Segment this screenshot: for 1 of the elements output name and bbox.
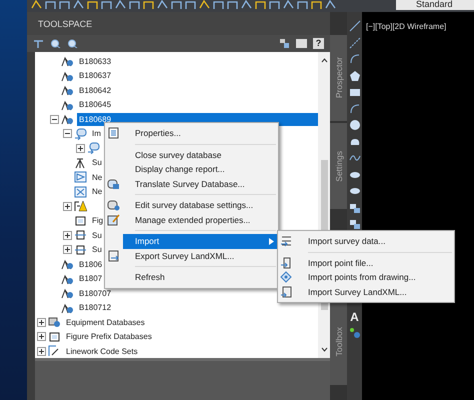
panel-title: TOOLSPACE — [38, 18, 92, 28]
